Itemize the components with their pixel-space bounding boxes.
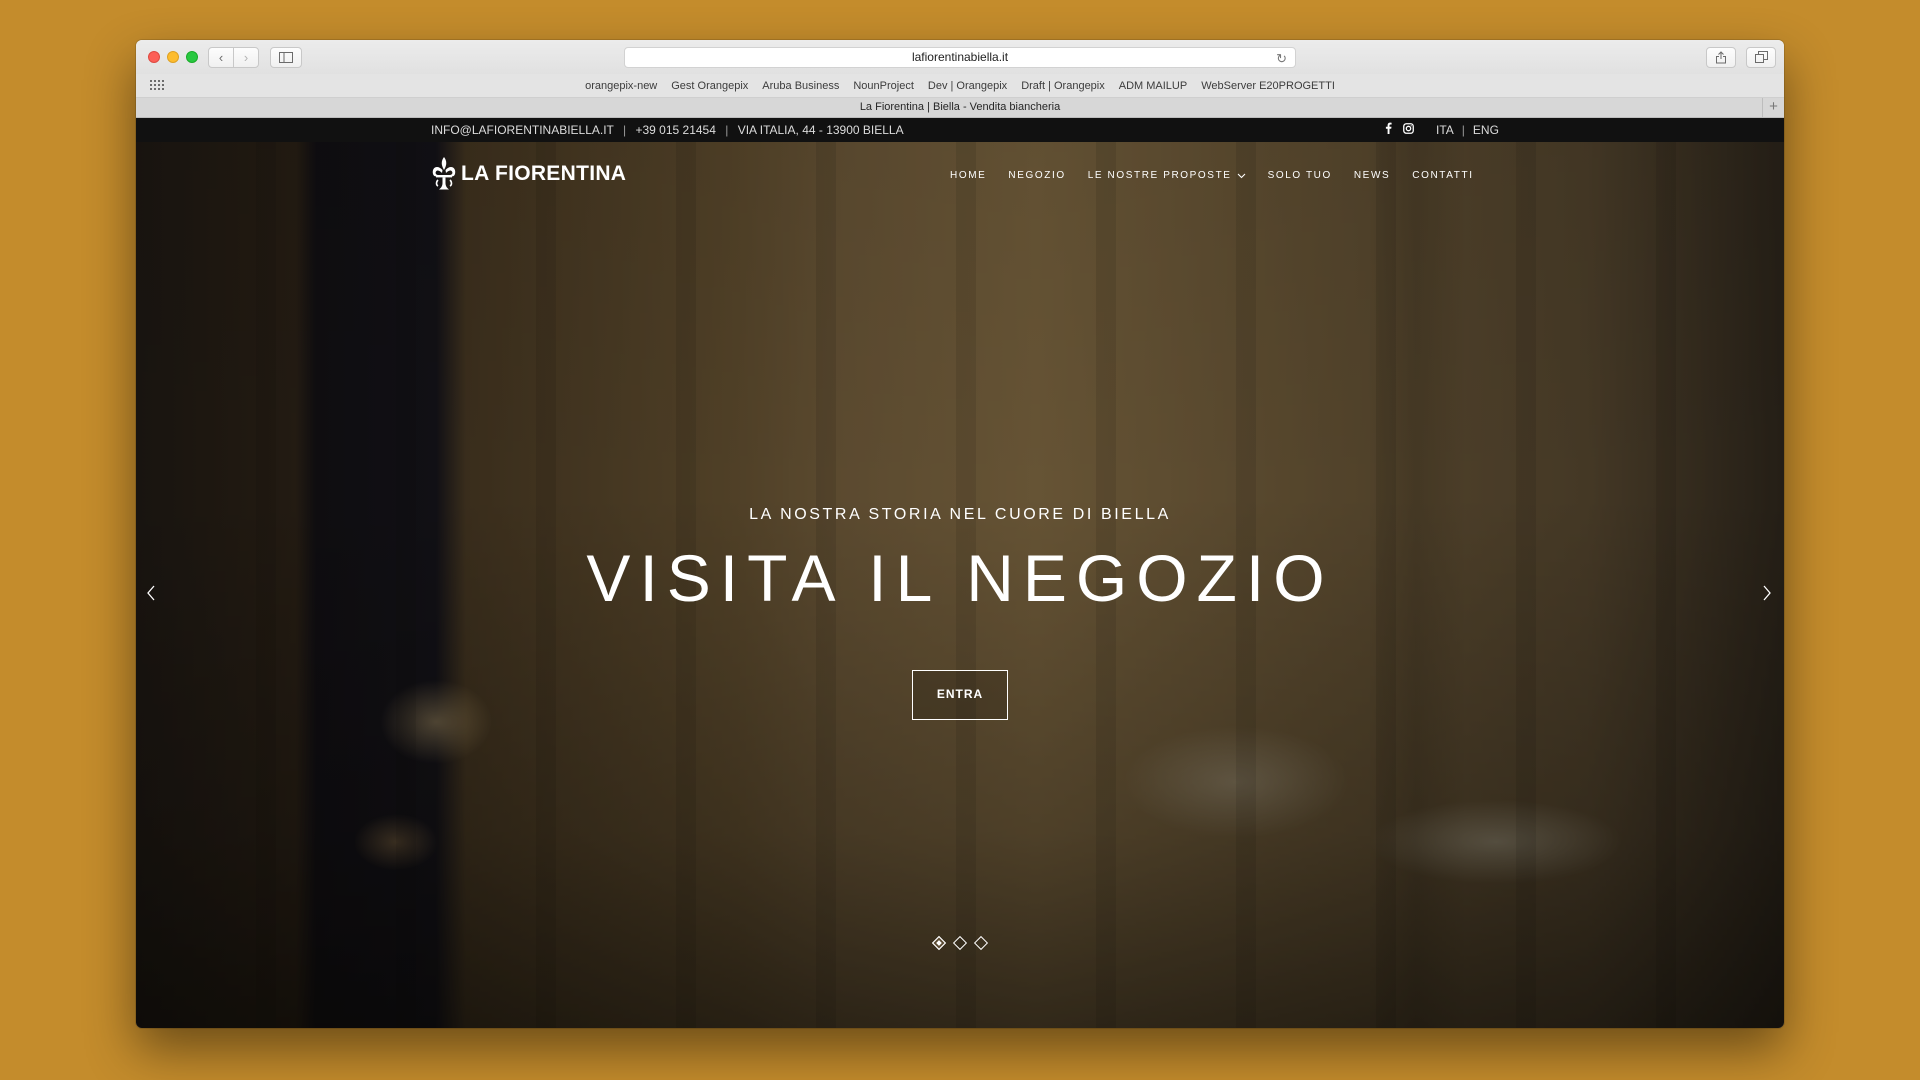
bookmark-item[interactable]: Gest Orangepix — [671, 80, 748, 92]
slide-dot[interactable] — [952, 935, 968, 951]
nav-solo-tuo[interactable]: SOLO TUO — [1268, 170, 1332, 181]
bookmark-item[interactable]: Dev | Orangepix — [928, 80, 1007, 92]
chevron-right-icon: › — [243, 50, 249, 65]
bookmark-item[interactable]: NounProject — [853, 80, 914, 92]
separator: | — [623, 123, 627, 137]
slide-dot[interactable] — [973, 935, 989, 951]
site-logo[interactable]: LA FIORENTINA — [431, 156, 626, 192]
share-icon — [1716, 51, 1726, 64]
separator: | — [1461, 123, 1465, 137]
browser-toolbar: ‹ › lafiorentinabiella.it ↻ — [136, 40, 1784, 74]
tabs-icon — [1754, 51, 1768, 63]
main-navigation: HOME NEGOZIO LE NOSTRE PROPOSTE SOLO TUO… — [950, 170, 1474, 181]
chevron-left-icon: ‹ — [218, 50, 224, 65]
slide-dot[interactable] — [931, 935, 947, 951]
lang-eng-link[interactable]: ENG — [1473, 118, 1499, 142]
sidebar-toggle-button[interactable] — [270, 47, 302, 68]
address-bar[interactable]: lafiorentinabiella.it ↻ — [624, 47, 1296, 68]
logo-text: LA FIORENTINA — [461, 162, 627, 185]
url-text: lafiorentinabiella.it — [911, 50, 1009, 64]
hero-title: VISITA IL NEGOZIO — [586, 541, 1334, 615]
bookmark-item[interactable]: Aruba Business — [762, 80, 839, 92]
sidebar-icon — [279, 52, 293, 63]
browser-window: ‹ › lafiorentinabiella.it ↻ orangepix-ne… — [136, 40, 1784, 1028]
plus-icon: + — [1769, 98, 1778, 115]
bookmarks-bar: orangepix-new Gest Orangepix Aruba Busin… — [136, 74, 1784, 98]
address-text: VIA ITALIA, 44 - 13900 BIELLA — [737, 123, 904, 137]
instagram-icon[interactable] — [1402, 118, 1414, 142]
share-button[interactable] — [1706, 47, 1736, 68]
nav-label: LE NOSTRE PROPOSTE — [1087, 170, 1232, 181]
nav-home[interactable]: HOME — [950, 170, 986, 181]
reload-icon[interactable]: ↻ — [1276, 49, 1287, 68]
nav-le-nostre-proposte[interactable]: LE NOSTRE PROPOSTE — [1088, 170, 1246, 181]
email-link[interactable]: INFO@LAFIORENTINABIELLA.IT — [431, 123, 614, 137]
hero-subtitle: LA NOSTRA STORIA NEL CUORE DI BIELLA — [749, 506, 1171, 523]
hero-slider: LA FIORENTINA HOME NEGOZIO LE NOSTRE PRO… — [136, 142, 1784, 1028]
topbar-right: ITA | ENG — [1382, 118, 1499, 142]
tab-bar: La Fiorentina | Biella - Vendita bianche… — [136, 98, 1784, 118]
bookmark-item[interactable]: ADM MAILUP — [1119, 80, 1187, 92]
tab-title[interactable]: La Fiorentina | Biella - Vendita bianche… — [860, 101, 1060, 113]
bookmark-item[interactable]: WebServer E20PROGETTI — [1201, 80, 1335, 92]
bookmark-item[interactable]: orangepix-new — [585, 80, 657, 92]
nav-news[interactable]: NEWS — [1354, 170, 1390, 181]
maximize-window-button[interactable] — [186, 51, 198, 63]
chevron-down-icon — [1237, 173, 1245, 178]
contact-info: INFO@LAFIORENTINABIELLA.IT | +39 015 214… — [431, 118, 904, 142]
lang-ita-link[interactable]: ITA — [1436, 118, 1454, 142]
close-window-button[interactable] — [148, 51, 160, 63]
separator: | — [725, 123, 729, 137]
nav-contatti[interactable]: CONTATTI — [1412, 170, 1473, 181]
back-button[interactable]: ‹ — [208, 47, 234, 68]
facebook-icon[interactable] — [1382, 118, 1394, 142]
show-tabs-button[interactable] — [1746, 47, 1776, 68]
bookmark-item[interactable]: Draft | Orangepix — [1021, 80, 1105, 92]
phone-link[interactable]: +39 015 21454 — [635, 123, 715, 137]
minimize-window-button[interactable] — [167, 51, 179, 63]
new-tab-button[interactable]: + — [1762, 98, 1784, 117]
forward-button[interactable]: › — [233, 47, 259, 68]
fleur-de-lis-icon — [432, 157, 456, 190]
nav-negozio[interactable]: NEGOZIO — [1008, 170, 1065, 181]
contact-topbar: INFO@LAFIORENTINABIELLA.IT | +39 015 214… — [136, 118, 1784, 142]
entra-button[interactable]: ENTRA — [912, 670, 1008, 720]
slider-pagination — [136, 935, 1784, 951]
web-page: INFO@LAFIORENTINABIELLA.IT | +39 015 214… — [136, 118, 1784, 1028]
